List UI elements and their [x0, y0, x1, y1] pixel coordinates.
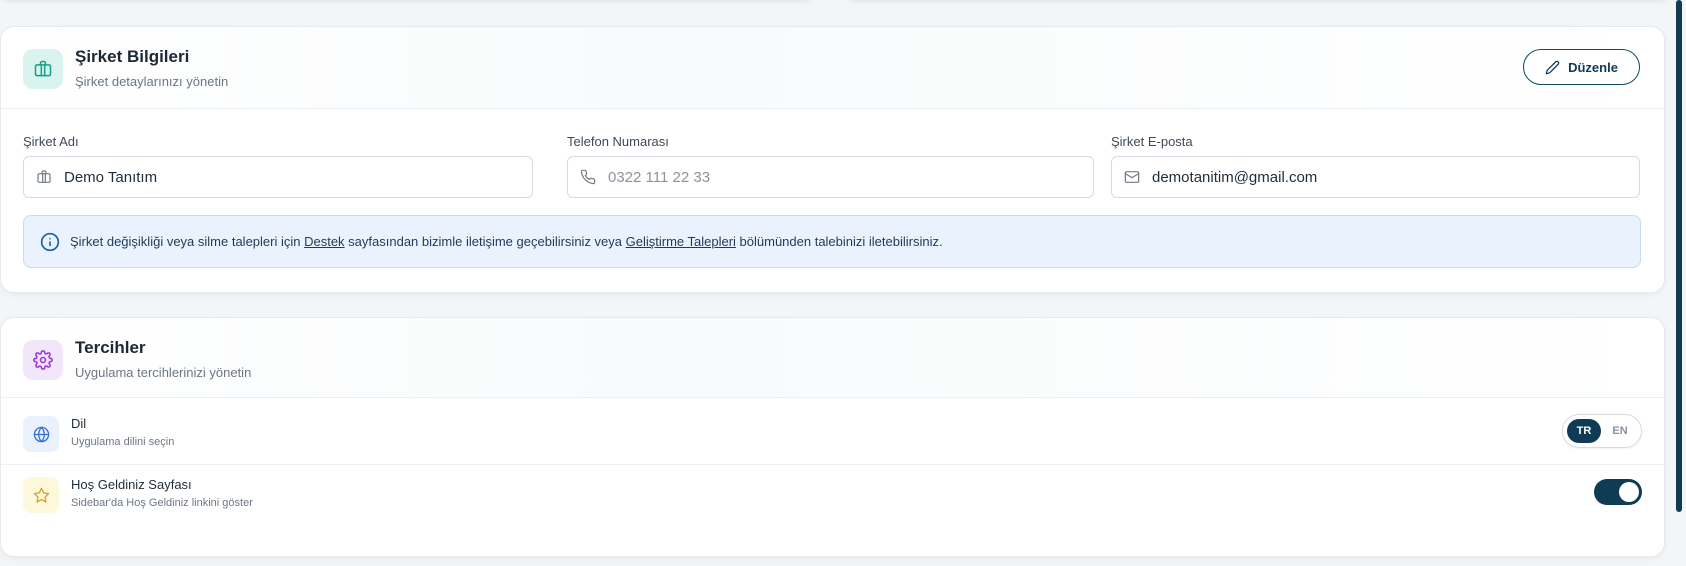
dev-requests-link[interactable]: Geliştirme Talepleri — [626, 234, 736, 249]
company-email-field[interactable] — [1111, 156, 1640, 198]
company-info-subtitle: Şirket detaylarınızı yönetin — [75, 74, 229, 89]
page-scrollbar[interactable] — [1676, 0, 1682, 512]
briefcase-icon — [23, 49, 63, 89]
previous-card-right — [846, 0, 1671, 1]
phone-field[interactable] — [567, 156, 1094, 198]
edit-button-label: Düzenle — [1568, 59, 1618, 75]
welcome-page-row: Hoş Geldiniz Sayfası Sidebar'da Hoş Geld… — [1, 464, 1666, 522]
support-link[interactable]: Destek — [304, 234, 344, 249]
globe-icon — [23, 416, 59, 452]
toggle-knob — [1619, 482, 1639, 502]
preferences-subtitle: Uygulama tercihlerinizi yönetin — [75, 365, 252, 380]
company-email-label: Şirket E-posta — [1111, 134, 1193, 149]
welcome-page-title: Hoş Geldiniz Sayfası — [71, 477, 192, 492]
edit-button[interactable]: Düzenle — [1523, 49, 1640, 85]
mail-icon — [1124, 169, 1140, 185]
phone-icon — [580, 169, 596, 185]
star-icon — [23, 477, 59, 513]
briefcase-icon — [36, 169, 52, 185]
language-option-en[interactable]: EN — [1603, 419, 1637, 443]
previous-card-left — [0, 0, 815, 1]
language-option-tr[interactable]: TR — [1567, 419, 1601, 443]
info-text: Şirket değişikliği veya silme talepleri … — [70, 234, 943, 249]
preferences-card: Tercihler Uygulama tercihlerinizi yöneti… — [0, 317, 1666, 557]
language-subtitle: Uygulama dilini seçin — [71, 436, 175, 448]
preferences-title: Tercihler — [75, 338, 146, 357]
info-text-part-1: Şirket değişikliği veya silme talepleri … — [70, 234, 305, 249]
phone-input[interactable] — [608, 168, 1093, 186]
company-email-input[interactable] — [1152, 168, 1639, 186]
phone-label: Telefon Numarası — [567, 134, 669, 149]
company-info-header: Şirket Bilgileri Şirket detaylarınızı yö… — [1, 27, 1664, 109]
info-text-part-2: sayfasından bizimle iletişime geçebilirs… — [344, 234, 626, 249]
info-icon — [40, 232, 60, 252]
company-name-field[interactable] — [23, 156, 533, 198]
language-title: Dil — [71, 416, 87, 431]
language-toggle[interactable]: TR EN — [1562, 414, 1642, 448]
language-row: Dil Uygulama dilini seçin TR EN — [1, 404, 1666, 462]
welcome-page-subtitle: Sidebar'da Hoş Geldiniz linkini göster — [71, 497, 253, 509]
pencil-icon — [1545, 60, 1560, 75]
preferences-header: Tercihler Uygulama tercihlerinizi yöneti… — [1, 318, 1664, 398]
info-notice: Şirket değişikliği veya silme talepleri … — [23, 215, 1641, 268]
gear-icon — [23, 340, 63, 380]
info-text-part-3: bölümünden talebinizi iletebilirsiniz. — [735, 234, 943, 249]
welcome-page-toggle[interactable] — [1594, 479, 1642, 505]
company-info-card: Şirket Bilgileri Şirket detaylarınızı yö… — [0, 26, 1665, 293]
company-info-title: Şirket Bilgileri — [75, 47, 190, 66]
company-name-label: Şirket Adı — [23, 134, 79, 149]
company-name-input[interactable] — [64, 168, 532, 186]
